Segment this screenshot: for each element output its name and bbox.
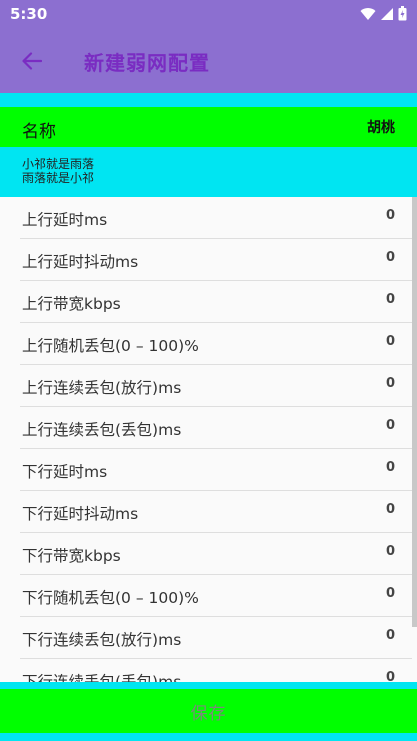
page-title: 新建弱网配置 <box>84 51 210 75</box>
bottom-divider-strip <box>0 682 417 689</box>
setting-value[interactable]: 0 <box>386 376 395 391</box>
setting-label: 上行连续丢包(放行)ms <box>22 379 182 397</box>
list-item[interactable]: 上行随机丢包(0 – 100)% 0 <box>0 323 412 365</box>
setting-value[interactable]: 0 <box>386 292 395 307</box>
note-line-2: 雨落就是小祁 <box>22 171 95 185</box>
list-item[interactable]: 下行连续丢包(丢包)ms 0 <box>0 659 412 682</box>
top-divider-strip <box>0 93 417 107</box>
list-item[interactable]: 上行连续丢包(丢包)ms 0 <box>0 407 412 449</box>
setting-value[interactable]: 0 <box>386 418 395 433</box>
battery-icon <box>398 6 407 21</box>
list-item[interactable]: 上行延时ms 0 <box>0 197 412 239</box>
setting-label: 下行随机丢包(0 – 100)% <box>22 589 199 607</box>
status-time: 5:30 <box>10 5 48 23</box>
list-item[interactable]: 下行随机丢包(0 – 100)% 0 <box>0 575 412 617</box>
list-item[interactable]: 下行延时ms 0 <box>0 449 412 491</box>
setting-value[interactable]: 0 <box>386 460 395 475</box>
setting-value[interactable]: 0 <box>386 586 395 601</box>
status-bar: 5:30 <box>0 0 417 30</box>
name-field-row[interactable]: 名称 胡桃 <box>0 107 417 147</box>
app-bar: 新建弱网配置 <box>0 30 417 93</box>
list-item[interactable]: 下行带宽kbps 0 <box>0 533 412 575</box>
note-box: 小祁就是雨落 雨落就是小祁 <box>0 147 417 197</box>
list-item[interactable]: 下行连续丢包(放行)ms 0 <box>0 617 412 659</box>
list-item[interactable]: 上行带宽kbps 0 <box>0 281 412 323</box>
list-item[interactable]: 下行延时抖动ms 0 <box>0 491 412 533</box>
list-item[interactable]: 上行延时抖动ms 0 <box>0 239 412 281</box>
name-value[interactable]: 胡桃 <box>367 117 395 137</box>
scrollbar[interactable] <box>412 197 417 627</box>
setting-label: 下行延时抖动ms <box>22 505 139 523</box>
setting-value[interactable]: 0 <box>386 628 395 643</box>
back-button[interactable] <box>14 45 50 77</box>
note-line-1: 小祁就是雨落 <box>22 157 95 171</box>
status-icons <box>360 6 407 21</box>
setting-label: 下行连续丢包(丢包)ms <box>22 673 182 682</box>
setting-value[interactable]: 0 <box>386 670 395 682</box>
arrow-left-icon <box>22 52 42 70</box>
name-label: 名称 <box>22 122 56 142</box>
list-item[interactable]: 上行连续丢包(放行)ms 0 <box>0 365 412 407</box>
bottom-edge-strip <box>0 733 417 741</box>
setting-label: 上行延时抖动ms <box>22 253 139 271</box>
setting-value[interactable]: 0 <box>386 250 395 265</box>
signal-icon <box>381 7 393 20</box>
setting-label: 上行随机丢包(0 – 100)% <box>22 337 199 355</box>
setting-label: 下行连续丢包(放行)ms <box>22 631 182 649</box>
settings-list[interactable]: 上行延时ms 0 上行延时抖动ms 0 上行带宽kbps 0 上行随机丢包(0 … <box>0 197 417 682</box>
setting-value[interactable]: 0 <box>386 334 395 349</box>
setting-label: 上行连续丢包(丢包)ms <box>22 421 182 439</box>
setting-label: 上行带宽kbps <box>22 295 121 313</box>
setting-label: 上行延时ms <box>22 211 108 229</box>
setting-label: 下行延时ms <box>22 463 108 481</box>
setting-value[interactable]: 0 <box>386 544 395 559</box>
setting-label: 下行带宽kbps <box>22 547 121 565</box>
wifi-icon <box>360 7 376 20</box>
setting-value[interactable]: 0 <box>386 208 395 223</box>
setting-value[interactable]: 0 <box>386 502 395 517</box>
save-button[interactable]: 保存 <box>0 689 417 733</box>
